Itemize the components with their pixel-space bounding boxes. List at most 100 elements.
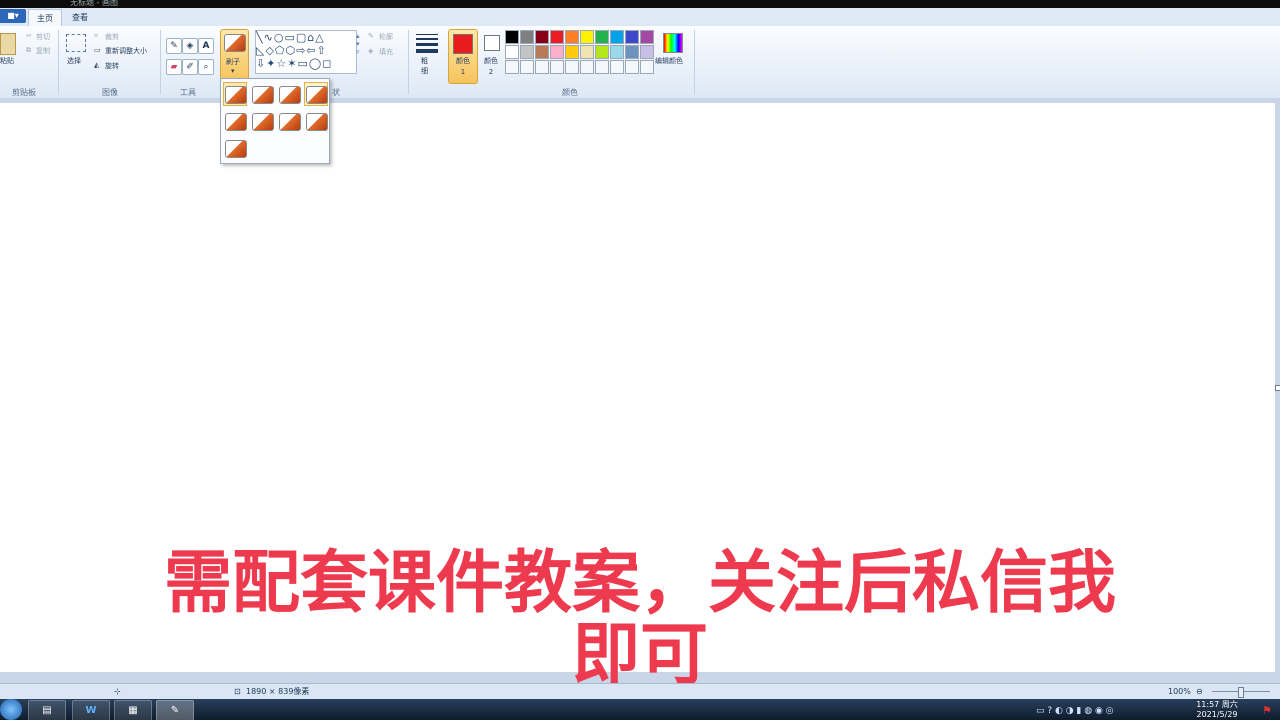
palette-swatch[interactable] <box>565 60 579 74</box>
explorer-taskbar-icon[interactable]: ▤ <box>28 700 66 722</box>
shapes-gallery[interactable]: ╲∿○▭▢⌂△ ◺◇⬠⬡⇨⇦⇧ ⇩✦☆✶▭◯◻ <box>255 30 357 74</box>
brush-icon <box>279 86 301 104</box>
brush-option[interactable] <box>223 82 247 106</box>
brush-option[interactable] <box>250 109 274 133</box>
taskbar-clock[interactable]: 11:57 周六 2021/5/29 <box>1188 700 1246 720</box>
palette-swatch[interactable] <box>565 45 579 59</box>
clock-date: 2021/5/29 <box>1196 710 1238 719</box>
cut-button[interactable]: 剪切 <box>36 32 50 42</box>
tab-view[interactable]: 查看 <box>64 9 96 26</box>
palette-swatch[interactable] <box>595 30 609 44</box>
zoom-out-icon[interactable]: ⊖ <box>1196 684 1203 699</box>
magnifier-icon[interactable]: ⌕ <box>198 59 214 75</box>
rotate-button[interactable]: 旋转 <box>105 61 119 71</box>
file-menu-button[interactable]: ■▾ <box>0 9 26 23</box>
copy-icon: ⧉ <box>26 46 31 54</box>
brush-icon <box>252 86 274 104</box>
palette-swatch[interactable] <box>535 60 549 74</box>
palette-swatch[interactable] <box>610 45 624 59</box>
rotate-icon: ◭ <box>94 61 100 69</box>
resize-button[interactable]: 重新调整大小 <box>105 46 147 56</box>
crop-button[interactable]: 裁剪 <box>105 32 119 42</box>
shapes-scroll-icon[interactable]: ▴ ▾ ▿ <box>356 32 360 56</box>
title-bar: 无标题 - 画图 <box>0 0 1280 8</box>
edit-colors-button[interactable]: 编辑颜色 <box>655 56 683 66</box>
outline-button[interactable]: 轮廓 <box>379 32 393 42</box>
ribbon-separator <box>160 30 161 94</box>
zoom-slider-thumb[interactable] <box>1238 687 1244 698</box>
ribbon-separator <box>408 30 409 94</box>
overlay-line-2: 即可 <box>571 616 708 695</box>
palette-swatch[interactable] <box>640 60 654 74</box>
text-tool-icon[interactable]: A <box>198 38 214 54</box>
palette-swatch[interactable] <box>505 45 519 59</box>
tab-home[interactable]: 主页 <box>28 9 62 27</box>
palette-swatch[interactable] <box>595 60 609 74</box>
palette-swatch[interactable] <box>625 45 639 59</box>
palette-swatch[interactable] <box>535 30 549 44</box>
select-icon <box>66 34 86 52</box>
palette-swatch[interactable] <box>520 45 534 59</box>
size-button[interactable]: 粗细 <box>421 56 431 76</box>
eraser-icon[interactable]: ▰ <box>166 59 182 75</box>
palette-swatch[interactable] <box>625 60 639 74</box>
brush-option[interactable] <box>304 82 328 106</box>
overlay-line-1: 需配套课件教案，关注后私信我 <box>163 544 1116 623</box>
palette-swatch[interactable] <box>625 30 639 44</box>
brushes-dropdown <box>220 78 330 164</box>
palette-swatch[interactable] <box>535 45 549 59</box>
brush-option[interactable] <box>223 109 247 133</box>
palette-swatch[interactable] <box>550 60 564 74</box>
palette-swatch[interactable] <box>580 45 594 59</box>
fill-bucket-icon[interactable]: ◈ <box>182 38 198 54</box>
palette-swatch[interactable] <box>505 30 519 44</box>
brush-icon <box>224 34 246 52</box>
fill-button[interactable]: 填充 <box>379 47 393 57</box>
rainbow-icon <box>663 33 683 53</box>
tray-icons[interactable]: ▭ ? ◐ ◑ ▮ ◍ ◉ ◎ <box>1036 706 1114 716</box>
palette-swatch[interactable] <box>595 45 609 59</box>
palette-swatch[interactable] <box>640 30 654 44</box>
palette-swatch[interactable] <box>580 60 594 74</box>
group-label-shapes: 状 <box>332 88 340 97</box>
resize-icon: ▭ <box>94 46 101 54</box>
brush-icon <box>225 86 247 104</box>
notification-flag-icon[interactable]: ⚑ <box>1262 704 1272 717</box>
brush-icon <box>306 86 328 104</box>
palette-swatch[interactable] <box>505 60 519 74</box>
brushes-button[interactable]: 刷子 ▾ <box>220 29 249 83</box>
notes-taskbar-icon[interactable]: ▦ <box>114 700 152 722</box>
brush-icon <box>306 113 328 131</box>
brush-option[interactable] <box>277 82 301 106</box>
brush-option[interactable] <box>223 136 247 160</box>
palette-swatch[interactable] <box>565 30 579 44</box>
brush-icon <box>225 113 247 131</box>
color1-label: 颜色 1 <box>456 57 470 76</box>
paste-button[interactable]: 粘贴 <box>0 56 14 66</box>
select-button[interactable]: 选择 <box>67 56 81 66</box>
brush-option[interactable] <box>304 109 328 133</box>
canvas-resize-handle[interactable] <box>1275 385 1280 391</box>
ribbon-tab-bar <box>0 8 1280 27</box>
pencil-icon[interactable]: ✎ <box>166 38 182 54</box>
wps-taskbar-icon[interactable]: W <box>72 700 110 722</box>
group-label-tools: 工具 <box>180 88 196 97</box>
color2-swatch[interactable] <box>484 35 500 51</box>
palette-swatch[interactable] <box>610 60 624 74</box>
palette-swatch[interactable] <box>580 30 594 44</box>
palette-swatch[interactable] <box>610 30 624 44</box>
palette-swatch[interactable] <box>520 60 534 74</box>
shapes-row: ⇩✦☆✶▭◯◻ <box>256 57 333 70</box>
palette-swatch[interactable] <box>550 45 564 59</box>
color1-button[interactable]: 颜色 1 <box>448 29 478 84</box>
color-picker-icon[interactable]: ✐ <box>182 59 198 75</box>
brush-option[interactable] <box>277 109 301 133</box>
copy-button[interactable]: 复制 <box>36 46 50 56</box>
palette-swatch[interactable] <box>640 45 654 59</box>
paint-taskbar-icon[interactable]: ✎ <box>156 700 194 722</box>
palette-swatch[interactable] <box>520 30 534 44</box>
palette-swatch[interactable] <box>550 30 564 44</box>
brush-icon <box>279 113 301 131</box>
start-button[interactable] <box>0 699 22 720</box>
brush-option[interactable] <box>250 82 274 106</box>
